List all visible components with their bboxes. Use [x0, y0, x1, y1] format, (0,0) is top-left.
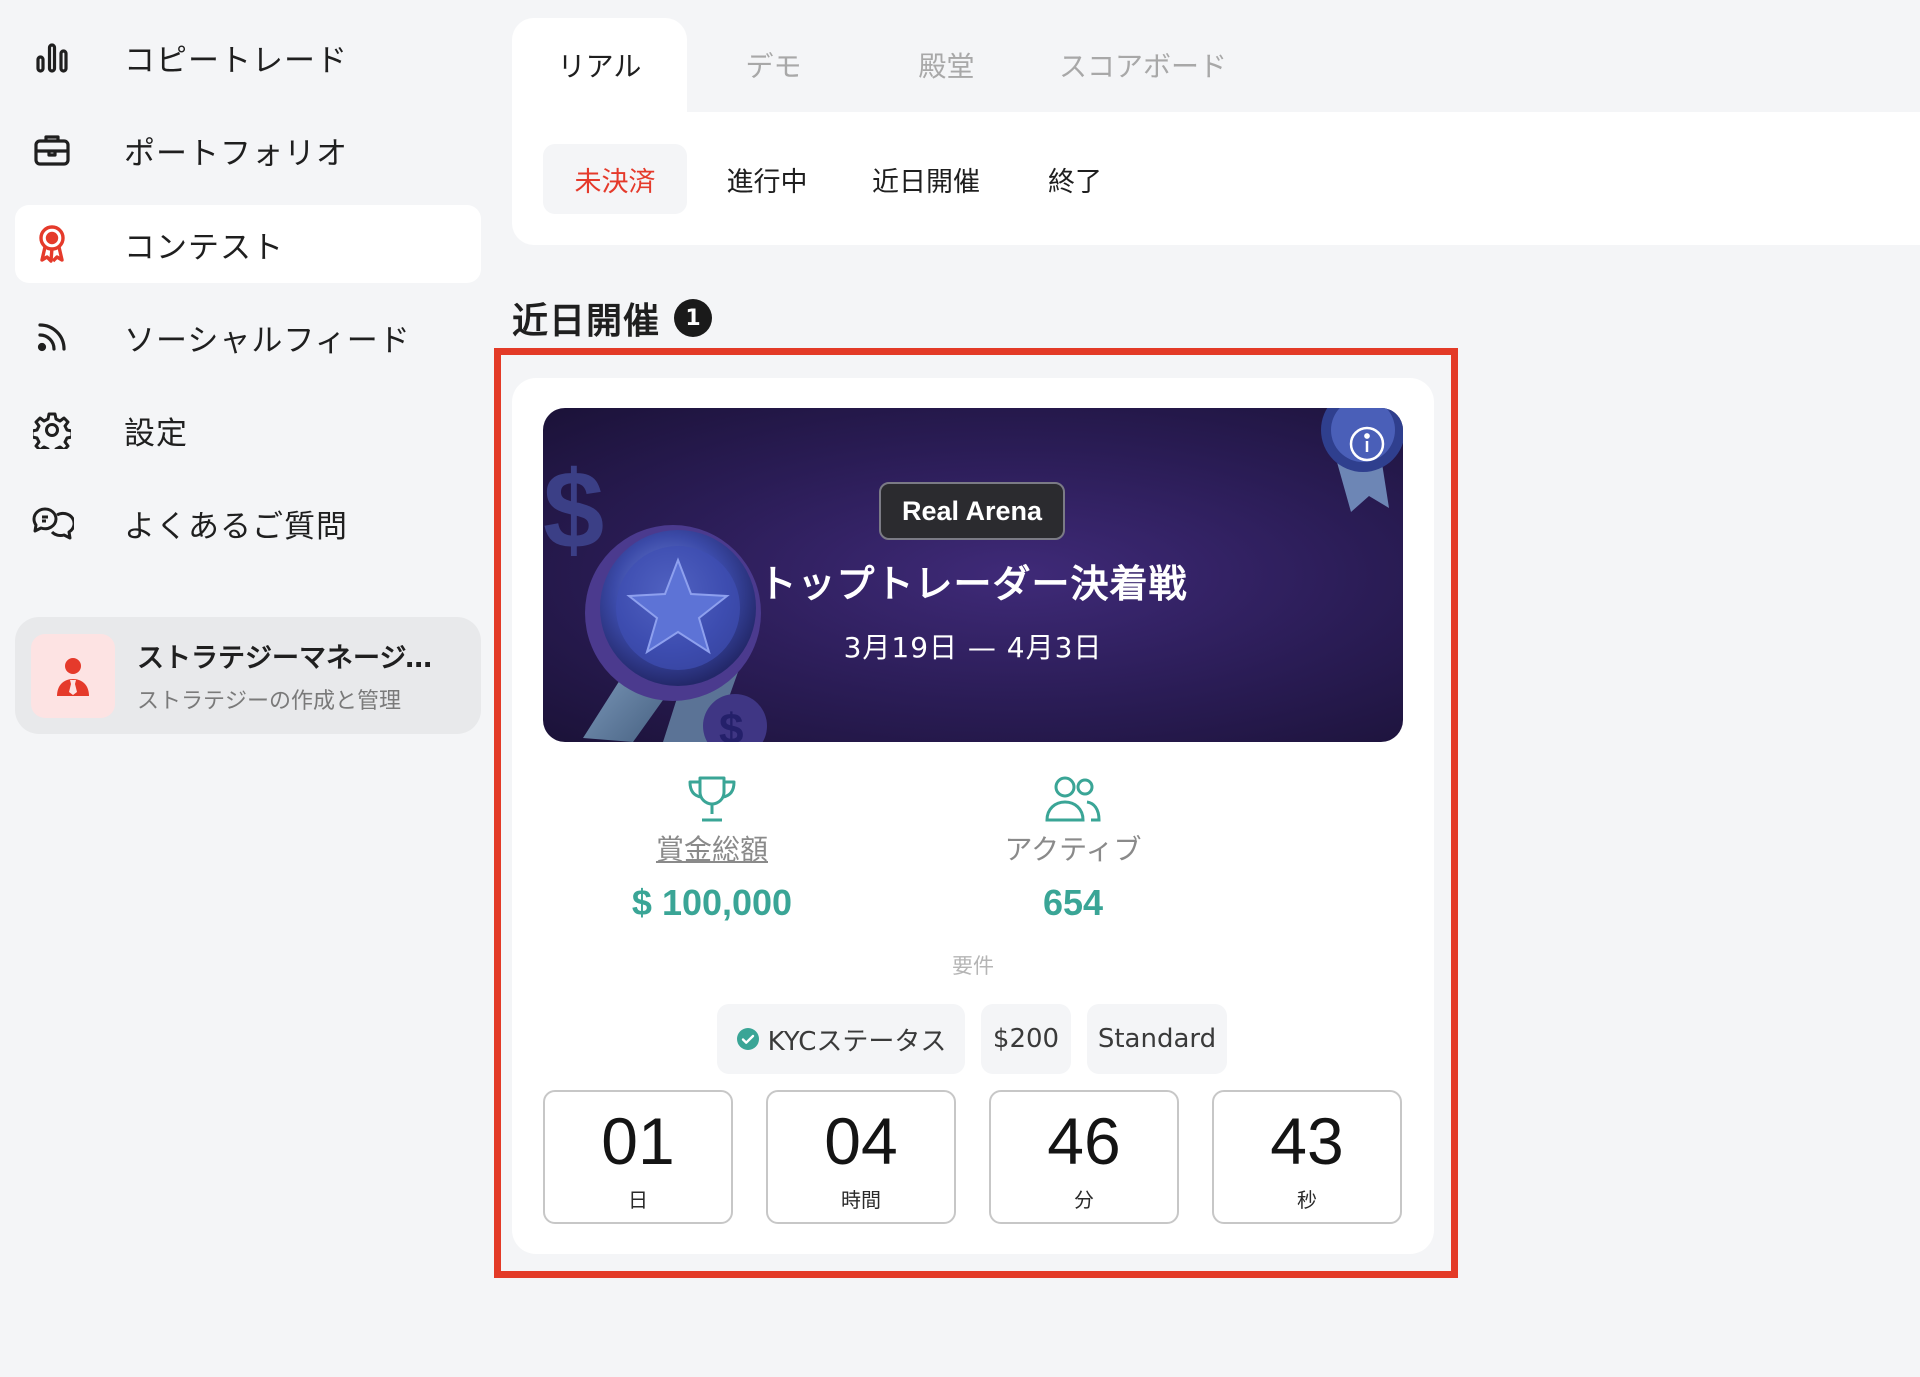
briefcase-icon	[30, 128, 74, 172]
countdown-value: 01	[601, 1104, 675, 1178]
countdown-unit: 分	[1074, 1188, 1094, 1212]
sidebar-item-contest[interactable]: コンテスト	[15, 205, 481, 283]
users-icon	[943, 774, 1203, 826]
prize-pool-value: $ 100,000	[631, 882, 793, 923]
trophy-icon	[582, 774, 842, 826]
bar-chart-icon	[30, 35, 74, 79]
prize-pool-label[interactable]: 賞金総額	[582, 828, 842, 868]
chat-bubbles-icon	[30, 501, 74, 545]
contest-type-badge: Real Arena	[879, 482, 1065, 540]
requirement-kyc-label: KYCステータス	[767, 1026, 947, 1057]
contest-card[interactable]: $ $ Real Arena トップトレーダー決着戦 3月19日 — 4月3日	[512, 378, 1434, 1254]
countdown-value: 46	[1047, 1104, 1121, 1178]
requirement-chip-account-type: Standard	[1087, 1004, 1227, 1074]
requirement-chip-deposit: $200	[981, 1004, 1071, 1074]
countdown-hours: 04 時間	[766, 1090, 956, 1224]
gear-icon	[30, 408, 74, 452]
tab-scoreboard[interactable]: スコアボード	[1033, 18, 1253, 112]
countdown-seconds: 43 秒	[1212, 1090, 1402, 1224]
subtab-unsettled[interactable]: 未決済	[543, 144, 687, 214]
svg-text:$: $	[719, 705, 743, 742]
countdown-unit: 秒	[1297, 1188, 1317, 1212]
sidebar-item-label: 設定	[124, 415, 188, 452]
section-title: 近日開催	[512, 301, 661, 342]
countdown-value: 43	[1270, 1104, 1344, 1178]
tab-hall-of-fame[interactable]: 殿堂	[860, 18, 1033, 112]
sidebar-item-label: コピートレード	[124, 42, 348, 79]
sidebar-item-label: ソーシャルフィード	[124, 322, 411, 359]
award-ribbon-icon	[30, 222, 74, 266]
contest-title: トップトレーダー決着戦	[758, 562, 1188, 606]
countdown-unit: 日	[628, 1188, 648, 1212]
tab-demo[interactable]: デモ	[687, 18, 860, 112]
countdown-days: 01 日	[543, 1090, 733, 1224]
info-icon[interactable]	[1347, 424, 1387, 464]
countdown-unit: 時間	[841, 1188, 881, 1212]
tab-real[interactable]: リアル	[512, 18, 687, 112]
contest-dates: 3月19日 — 4月3日	[843, 631, 1103, 664]
strategy-manager-subtitle: ストラテジーの作成と管理	[137, 689, 402, 714]
requirements-label: 要件	[952, 954, 994, 978]
strategy-manager-card[interactable]: ストラテジーマネージャ... ストラテジーの作成と管理	[15, 617, 481, 734]
sidebar-item-portfolio[interactable]: ポートフォリオ	[15, 111, 481, 189]
prize-pool-stat: 賞金総額 $ 100,000	[582, 774, 842, 924]
sidebar-item-social-feed[interactable]: ソーシャルフィード	[15, 298, 481, 376]
active-label: アクティブ	[1004, 833, 1142, 866]
subtab-upcoming[interactable]: 近日開催	[846, 144, 1006, 214]
contest-tabs-panel: リアル デモ 殿堂 スコアボード 未決済 進行中 近日開催 終了	[512, 18, 1920, 245]
check-circle-icon	[736, 1027, 760, 1051]
sidebar-item-settings[interactable]: 設定	[15, 391, 481, 469]
sidebar-item-label: コンテスト	[124, 229, 284, 266]
countdown-minutes: 46 分	[989, 1090, 1179, 1224]
sidebar-item-label: よくあるご質問	[124, 508, 348, 545]
contest-banner[interactable]: $ $ Real Arena トップトレーダー決着戦 3月19日 — 4月3日	[543, 408, 1403, 742]
countdown-value: 04	[824, 1104, 898, 1178]
sidebar-item-label: ポートフォリオ	[124, 135, 348, 172]
section-count-badge: 1	[674, 299, 713, 337]
manager-avatar-icon	[31, 633, 115, 718]
active-value: 654	[1042, 882, 1104, 923]
requirement-chip-kyc: KYCステータス	[717, 1004, 965, 1074]
sidebar-item-copy-trade[interactable]: コピートレード	[15, 18, 481, 96]
active-participants-stat: アクティブ 654	[943, 774, 1203, 924]
rss-feed-icon	[30, 315, 74, 359]
section-heading: 近日開催 1	[512, 292, 713, 344]
subtab-in-progress[interactable]: 進行中	[702, 144, 832, 214]
sidebar-item-faq[interactable]: よくあるご質問	[15, 484, 481, 562]
strategy-manager-title: ストラテジーマネージャ...	[137, 643, 457, 674]
subtab-finished[interactable]: 終了	[1020, 144, 1130, 214]
